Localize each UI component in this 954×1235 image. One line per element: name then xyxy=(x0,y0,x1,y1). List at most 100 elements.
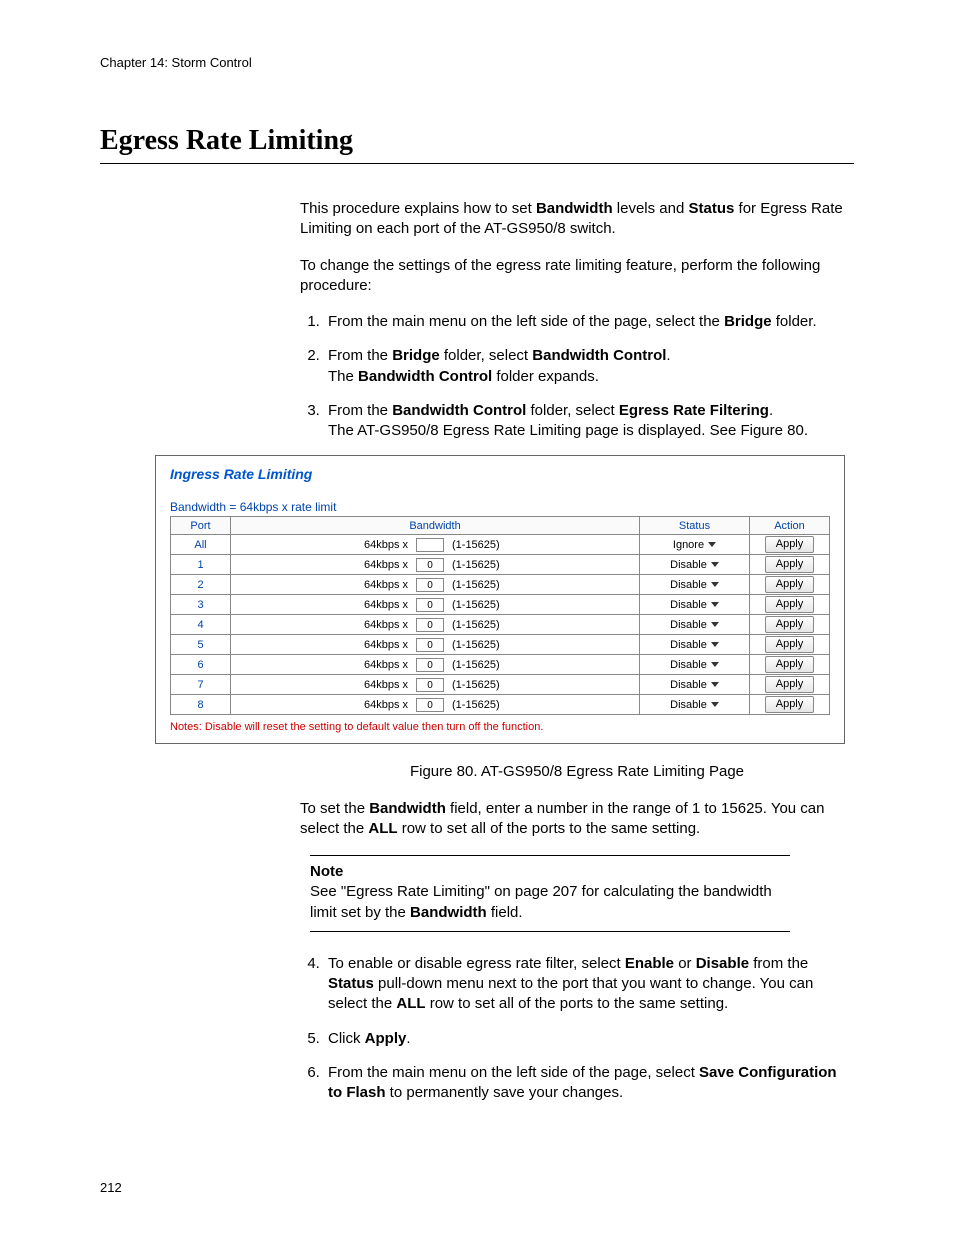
action-cell: Apply xyxy=(750,535,830,555)
step-1: From the main menu on the left side of t… xyxy=(324,312,854,332)
step-3: From the Bandwidth Control folder, selec… xyxy=(324,401,854,442)
table-row: All 64kbps x (1-15625) Ignore Apply xyxy=(171,535,830,555)
status-cell: Disable xyxy=(640,635,750,655)
chevron-down-icon xyxy=(711,622,719,627)
status-dropdown[interactable]: Disable xyxy=(670,599,719,611)
bandwidth-prefix: 64kbps x xyxy=(348,699,408,711)
note-box: Note See "Egress Rate Limiting" on page … xyxy=(310,855,790,932)
apply-button[interactable]: Apply xyxy=(765,556,815,573)
body-column-lower: Figure 80. AT-GS950/8 Egress Rate Limiti… xyxy=(300,762,854,1103)
bandwidth-range: (1-15625) xyxy=(452,559,522,571)
page-title: Egress Rate Limiting xyxy=(100,125,854,164)
action-cell: Apply xyxy=(750,575,830,595)
port-cell: 6 xyxy=(171,655,231,675)
apply-button[interactable]: Apply xyxy=(765,656,815,673)
bandwidth-prefix: 64kbps x xyxy=(348,539,408,551)
bandwidth-input[interactable]: 0 xyxy=(416,558,444,572)
status-cell: Disable xyxy=(640,595,750,615)
table-row: 664kbps x0(1-15625) Disable Apply xyxy=(171,655,830,675)
port-cell: 3 xyxy=(171,595,231,615)
figure-title: Ingress Rate Limiting xyxy=(170,466,830,482)
status-dropdown[interactable]: Disable xyxy=(670,579,719,591)
port-cell: 8 xyxy=(171,695,231,715)
port-cell: All xyxy=(171,535,231,555)
action-cell: Apply xyxy=(750,655,830,675)
status-dropdown[interactable]: Disable xyxy=(670,699,719,711)
bandwidth-cell: 64kbps x0(1-15625) xyxy=(231,655,640,675)
apply-button[interactable]: Apply xyxy=(765,536,815,553)
page-number: 212 xyxy=(100,1180,122,1195)
bandwidth-cell: 64kbps x 0 (1-15625) xyxy=(231,695,640,715)
action-cell: Apply xyxy=(750,675,830,695)
chevron-down-icon xyxy=(711,602,719,607)
status-dropdown[interactable]: Disable xyxy=(670,559,719,571)
figure-footnote: Notes: Disable will reset the setting to… xyxy=(170,721,830,733)
table-row: 364kbps x0(1-15625)DisableApply xyxy=(171,595,830,615)
step-6: From the main menu on the left side of t… xyxy=(324,1063,854,1104)
chevron-down-icon xyxy=(711,582,719,587)
apply-button[interactable]: Apply xyxy=(765,596,815,613)
table-row: 764kbps x0(1-15625)DisableApply xyxy=(171,675,830,695)
note-text: See "Egress Rate Limiting" on page 207 f… xyxy=(310,882,790,923)
status-dropdown[interactable]: Disable xyxy=(670,659,719,671)
th-action: Action xyxy=(750,517,830,535)
bandwidth-range: (1-15625) xyxy=(452,699,522,711)
steps-list-top: From the main menu on the left side of t… xyxy=(300,312,854,441)
bandwidth-prefix: 64kbps x xyxy=(348,639,408,651)
step-2: From the Bridge folder, select Bandwidth… xyxy=(324,346,854,387)
bandwidth-input[interactable]: 0 xyxy=(416,598,444,612)
apply-button[interactable]: Apply xyxy=(765,576,815,593)
table-row: 164kbps x0(1-15625)DisableApply xyxy=(171,555,830,575)
bandwidth-range: (1-15625) xyxy=(452,619,522,631)
bandwidth-input[interactable]: 0 xyxy=(416,698,444,712)
figure-formula: Bandwidth = 64kbps x rate limit xyxy=(170,500,830,514)
th-status: Status xyxy=(640,517,750,535)
chevron-down-icon xyxy=(708,542,716,547)
bandwidth-cell: 64kbps x0(1-15625) xyxy=(231,555,640,575)
table-row: 564kbps x0(1-15625)DisableApply xyxy=(171,635,830,655)
port-cell: 7 xyxy=(171,675,231,695)
bandwidth-cell: 64kbps x0(1-15625) xyxy=(231,675,640,695)
bandwidth-prefix: 64kbps x xyxy=(348,579,408,591)
bandwidth-input[interactable]: 0 xyxy=(416,618,444,632)
action-cell: Apply xyxy=(750,695,830,715)
status-cell: Disable xyxy=(640,675,750,695)
status-dropdown[interactable]: Ignore xyxy=(673,539,716,551)
bandwidth-range: (1-15625) xyxy=(452,679,522,691)
intro-p2: To change the settings of the egress rat… xyxy=(300,256,854,297)
status-dropdown[interactable]: Disable xyxy=(670,639,719,651)
bandwidth-prefix: 64kbps x xyxy=(348,619,408,631)
bandwidth-input[interactable]: 0 xyxy=(416,658,444,672)
apply-button[interactable]: Apply xyxy=(765,616,815,633)
bandwidth-input[interactable]: 0 xyxy=(416,578,444,592)
apply-button[interactable]: Apply xyxy=(765,696,815,713)
bandwidth-cell: 64kbps x0(1-15625) xyxy=(231,575,640,595)
intro-p1: This procedure explains how to set Bandw… xyxy=(300,199,854,240)
steps-list-bottom: To enable or disable egress rate filter,… xyxy=(300,954,854,1104)
port-cell: 1 xyxy=(171,555,231,575)
bandwidth-cell: 64kbps x (1-15625) xyxy=(231,535,640,555)
rate-limiting-table: Port Bandwidth Status Action All64kbps x… xyxy=(170,516,830,715)
action-cell: Apply xyxy=(750,635,830,655)
th-bandwidth: Bandwidth xyxy=(231,517,640,535)
status-cell: Disable xyxy=(640,695,750,715)
figure-caption: Figure 80. AT-GS950/8 Egress Rate Limiti… xyxy=(300,762,854,782)
step-4: To enable or disable egress rate filter,… xyxy=(324,954,854,1015)
bandwidth-input[interactable]: 0 xyxy=(416,638,444,652)
bandwidth-input[interactable] xyxy=(416,538,444,552)
step-5: Click Apply. xyxy=(324,1029,854,1049)
bandwidth-range: (1-15625) xyxy=(452,539,522,551)
status-dropdown[interactable]: Disable xyxy=(670,679,719,691)
status-dropdown[interactable]: Disable xyxy=(670,619,719,631)
chapter-header: Chapter 14: Storm Control xyxy=(100,55,854,70)
after-figure-paragraph: To set the Bandwidth field, enter a numb… xyxy=(300,799,854,840)
th-port: Port xyxy=(171,517,231,535)
apply-button[interactable]: Apply xyxy=(765,676,815,693)
apply-button[interactable]: Apply xyxy=(765,636,815,653)
bandwidth-input[interactable]: 0 xyxy=(416,678,444,692)
status-cell: Disable xyxy=(640,615,750,635)
bandwidth-range: (1-15625) xyxy=(452,599,522,611)
note-label: Note xyxy=(310,862,790,882)
status-cell: Disable xyxy=(640,555,750,575)
bandwidth-cell: 64kbps x0(1-15625) xyxy=(231,595,640,615)
